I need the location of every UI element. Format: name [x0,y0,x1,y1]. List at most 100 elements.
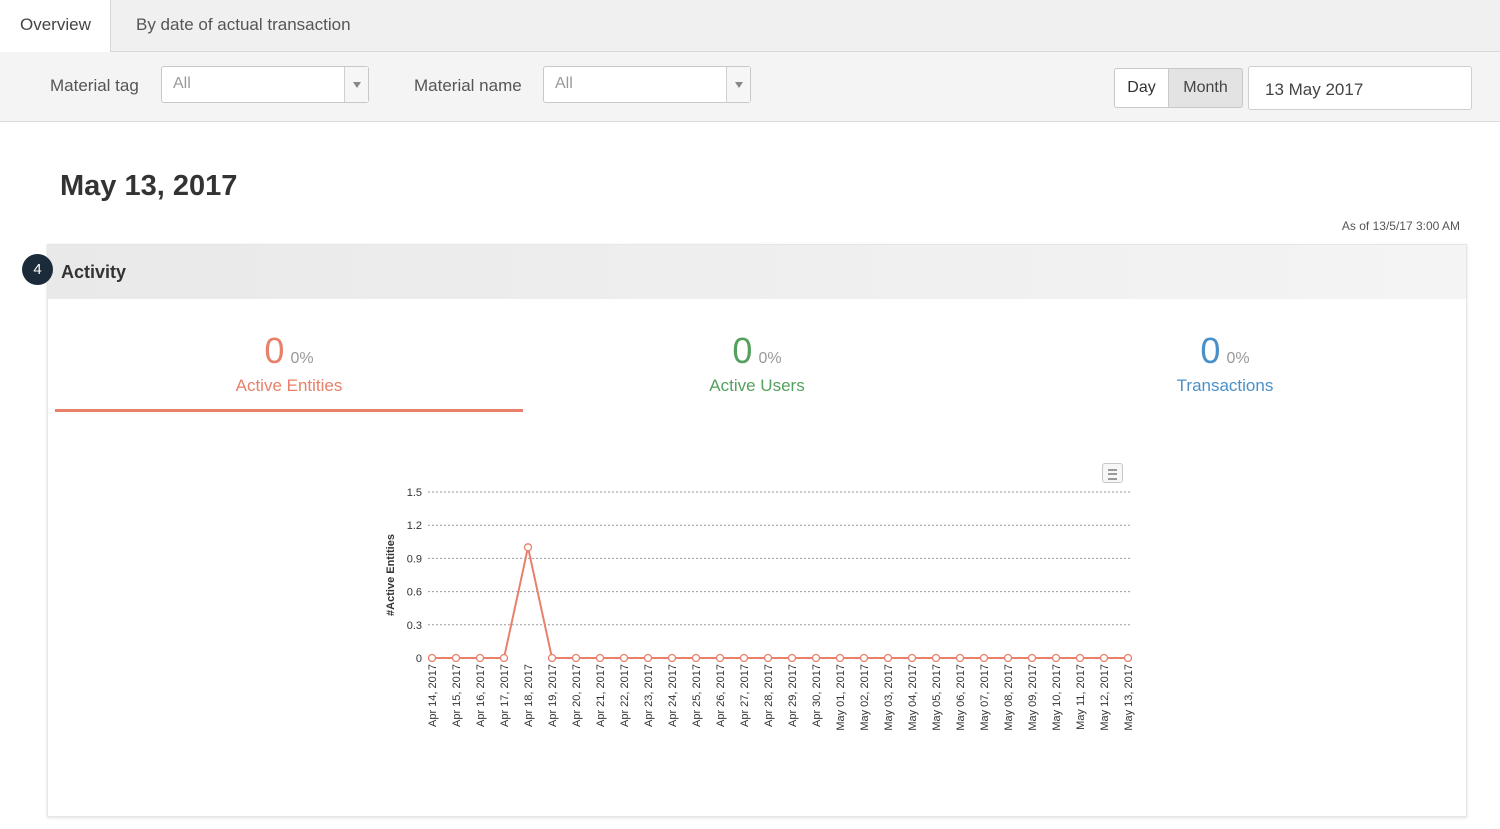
material-tag-value: All [173,75,191,92]
x-tick-label: May 07, 2017 [979,664,991,731]
data-point [787,653,797,663]
x-tick-label: Apr 26, 2017 [715,664,727,727]
chevron-down-icon[interactable] [726,67,750,102]
x-tick-label: Apr 28, 2017 [763,664,775,727]
series-line [432,547,1128,659]
material-tag-select[interactable]: All [161,66,369,103]
x-tick-label: Apr 19, 2017 [547,664,559,727]
metric-value: 0 [264,330,285,371]
x-tick-label: Apr 22, 2017 [619,664,631,727]
data-point [1003,653,1013,663]
data-point [451,653,461,663]
data-point [547,653,557,663]
x-tick-label: May 13, 2017 [1123,664,1135,731]
data-point [1027,653,1037,663]
metric-value: 0 [1200,330,1221,371]
x-tick-label: Apr 17, 2017 [499,664,511,727]
data-point [1075,653,1085,663]
data-point [619,653,629,663]
filter-bar: Material tag All Material name All Day M… [0,52,1500,122]
data-point [499,653,509,663]
metric-percent: 0% [290,350,314,367]
data-point [955,653,965,663]
period-day-button[interactable]: Day [1114,68,1169,108]
as-of-timestamp: As of 13/5/17 3:00 AM [1341,219,1460,233]
data-point [595,653,605,663]
material-name-label: Material name [414,76,522,95]
x-tick-label: Apr 21, 2017 [595,664,607,727]
data-point [691,653,701,663]
x-tick-label: Apr 18, 2017 [523,664,535,727]
y-tick-label: 1.2 [407,520,422,532]
x-tick-label: May 06, 2017 [955,664,967,731]
data-point [739,653,749,663]
data-point [523,543,533,552]
tab-bar: Overview By date of actual transaction [0,0,1500,53]
data-point [643,653,653,663]
step-badge: 4 [22,254,53,285]
x-tick-label: Apr 15, 2017 [451,664,463,727]
x-tick-label: Apr 24, 2017 [667,664,679,727]
metric-active-entities[interactable]: 0 0% Active Entities [55,330,523,412]
x-tick-label: Apr 29, 2017 [787,664,799,727]
data-point [715,653,725,663]
x-tick-label: Apr 25, 2017 [691,664,703,727]
x-tick-label: Apr 27, 2017 [739,664,751,727]
activity-title: Activity [61,262,127,282]
data-point [859,653,869,663]
activity-panel-header: Activity [48,245,1466,299]
x-tick-label: Apr 16, 2017 [475,664,487,727]
metric-label: Active Entities [235,376,343,395]
metric-active-users[interactable]: 0 0% Active Users [523,330,991,412]
y-tick-label: 0.6 [407,587,422,599]
metric-label: Active Users [709,376,805,395]
x-tick-label: May 12, 2017 [1099,664,1111,731]
x-tick-label: May 03, 2017 [883,664,895,731]
tab-by-date-of-actual-transaction[interactable]: By date of actual transaction [116,0,371,52]
data-point [931,653,941,663]
page-title: May 13, 2017 [60,170,238,202]
material-name-value: All [555,75,573,92]
data-point [571,653,581,663]
data-point [1051,653,1061,663]
active-entities-chart: 0 0.3 0.6 0.9 1.2 1.5 #Active Entities Apr 14, … [385,487,1135,731]
data-point [835,653,845,663]
data-point [427,653,437,663]
y-tick-label: 0.9 [407,553,422,565]
date-input[interactable]: 13 May 2017 [1248,66,1472,110]
x-tick-label: Apr 23, 2017 [643,664,655,727]
material-name-select[interactable]: All [543,66,751,103]
y-tick-label: 0 [416,653,422,665]
tab-overview[interactable]: Overview [0,0,111,53]
data-point [1123,653,1133,663]
x-tick-label: Apr 14, 2017 [427,664,439,727]
x-tick-label: May 10, 2017 [1051,664,1063,731]
data-point [475,653,485,663]
x-tick-label: May 09, 2017 [1027,664,1039,731]
x-tick-label: May 02, 2017 [859,664,871,731]
x-tick-label: May 01, 2017 [835,664,847,731]
metric-transactions[interactable]: 0 0% Transactions [991,330,1459,412]
chevron-down-icon[interactable] [344,67,368,102]
x-tick-label: May 08, 2017 [1003,664,1015,731]
metric-value: 0 [732,330,753,371]
y-tick-label: 0.3 [407,620,422,632]
data-point [907,653,917,663]
x-tick-label: Apr 30, 2017 [811,664,823,727]
data-point [763,653,773,663]
x-tick-label: May 04, 2017 [907,664,919,731]
data-point [979,653,989,663]
x-tick-label: Apr 20, 2017 [571,664,583,727]
metric-label: Transactions [1176,376,1274,395]
x-tick-label: May 11, 2017 [1075,664,1087,730]
data-point [883,653,893,663]
y-tick-label: 1.5 [407,487,422,499]
metric-percent: 0% [1226,350,1250,367]
data-point [811,653,821,663]
data-point [1099,653,1109,663]
y-axis-label: #Active Entities [385,534,397,616]
x-tick-label: May 05, 2017 [931,664,943,731]
data-point [667,653,677,663]
period-month-button[interactable]: Month [1168,68,1243,108]
material-tag-label: Material tag [50,76,139,95]
